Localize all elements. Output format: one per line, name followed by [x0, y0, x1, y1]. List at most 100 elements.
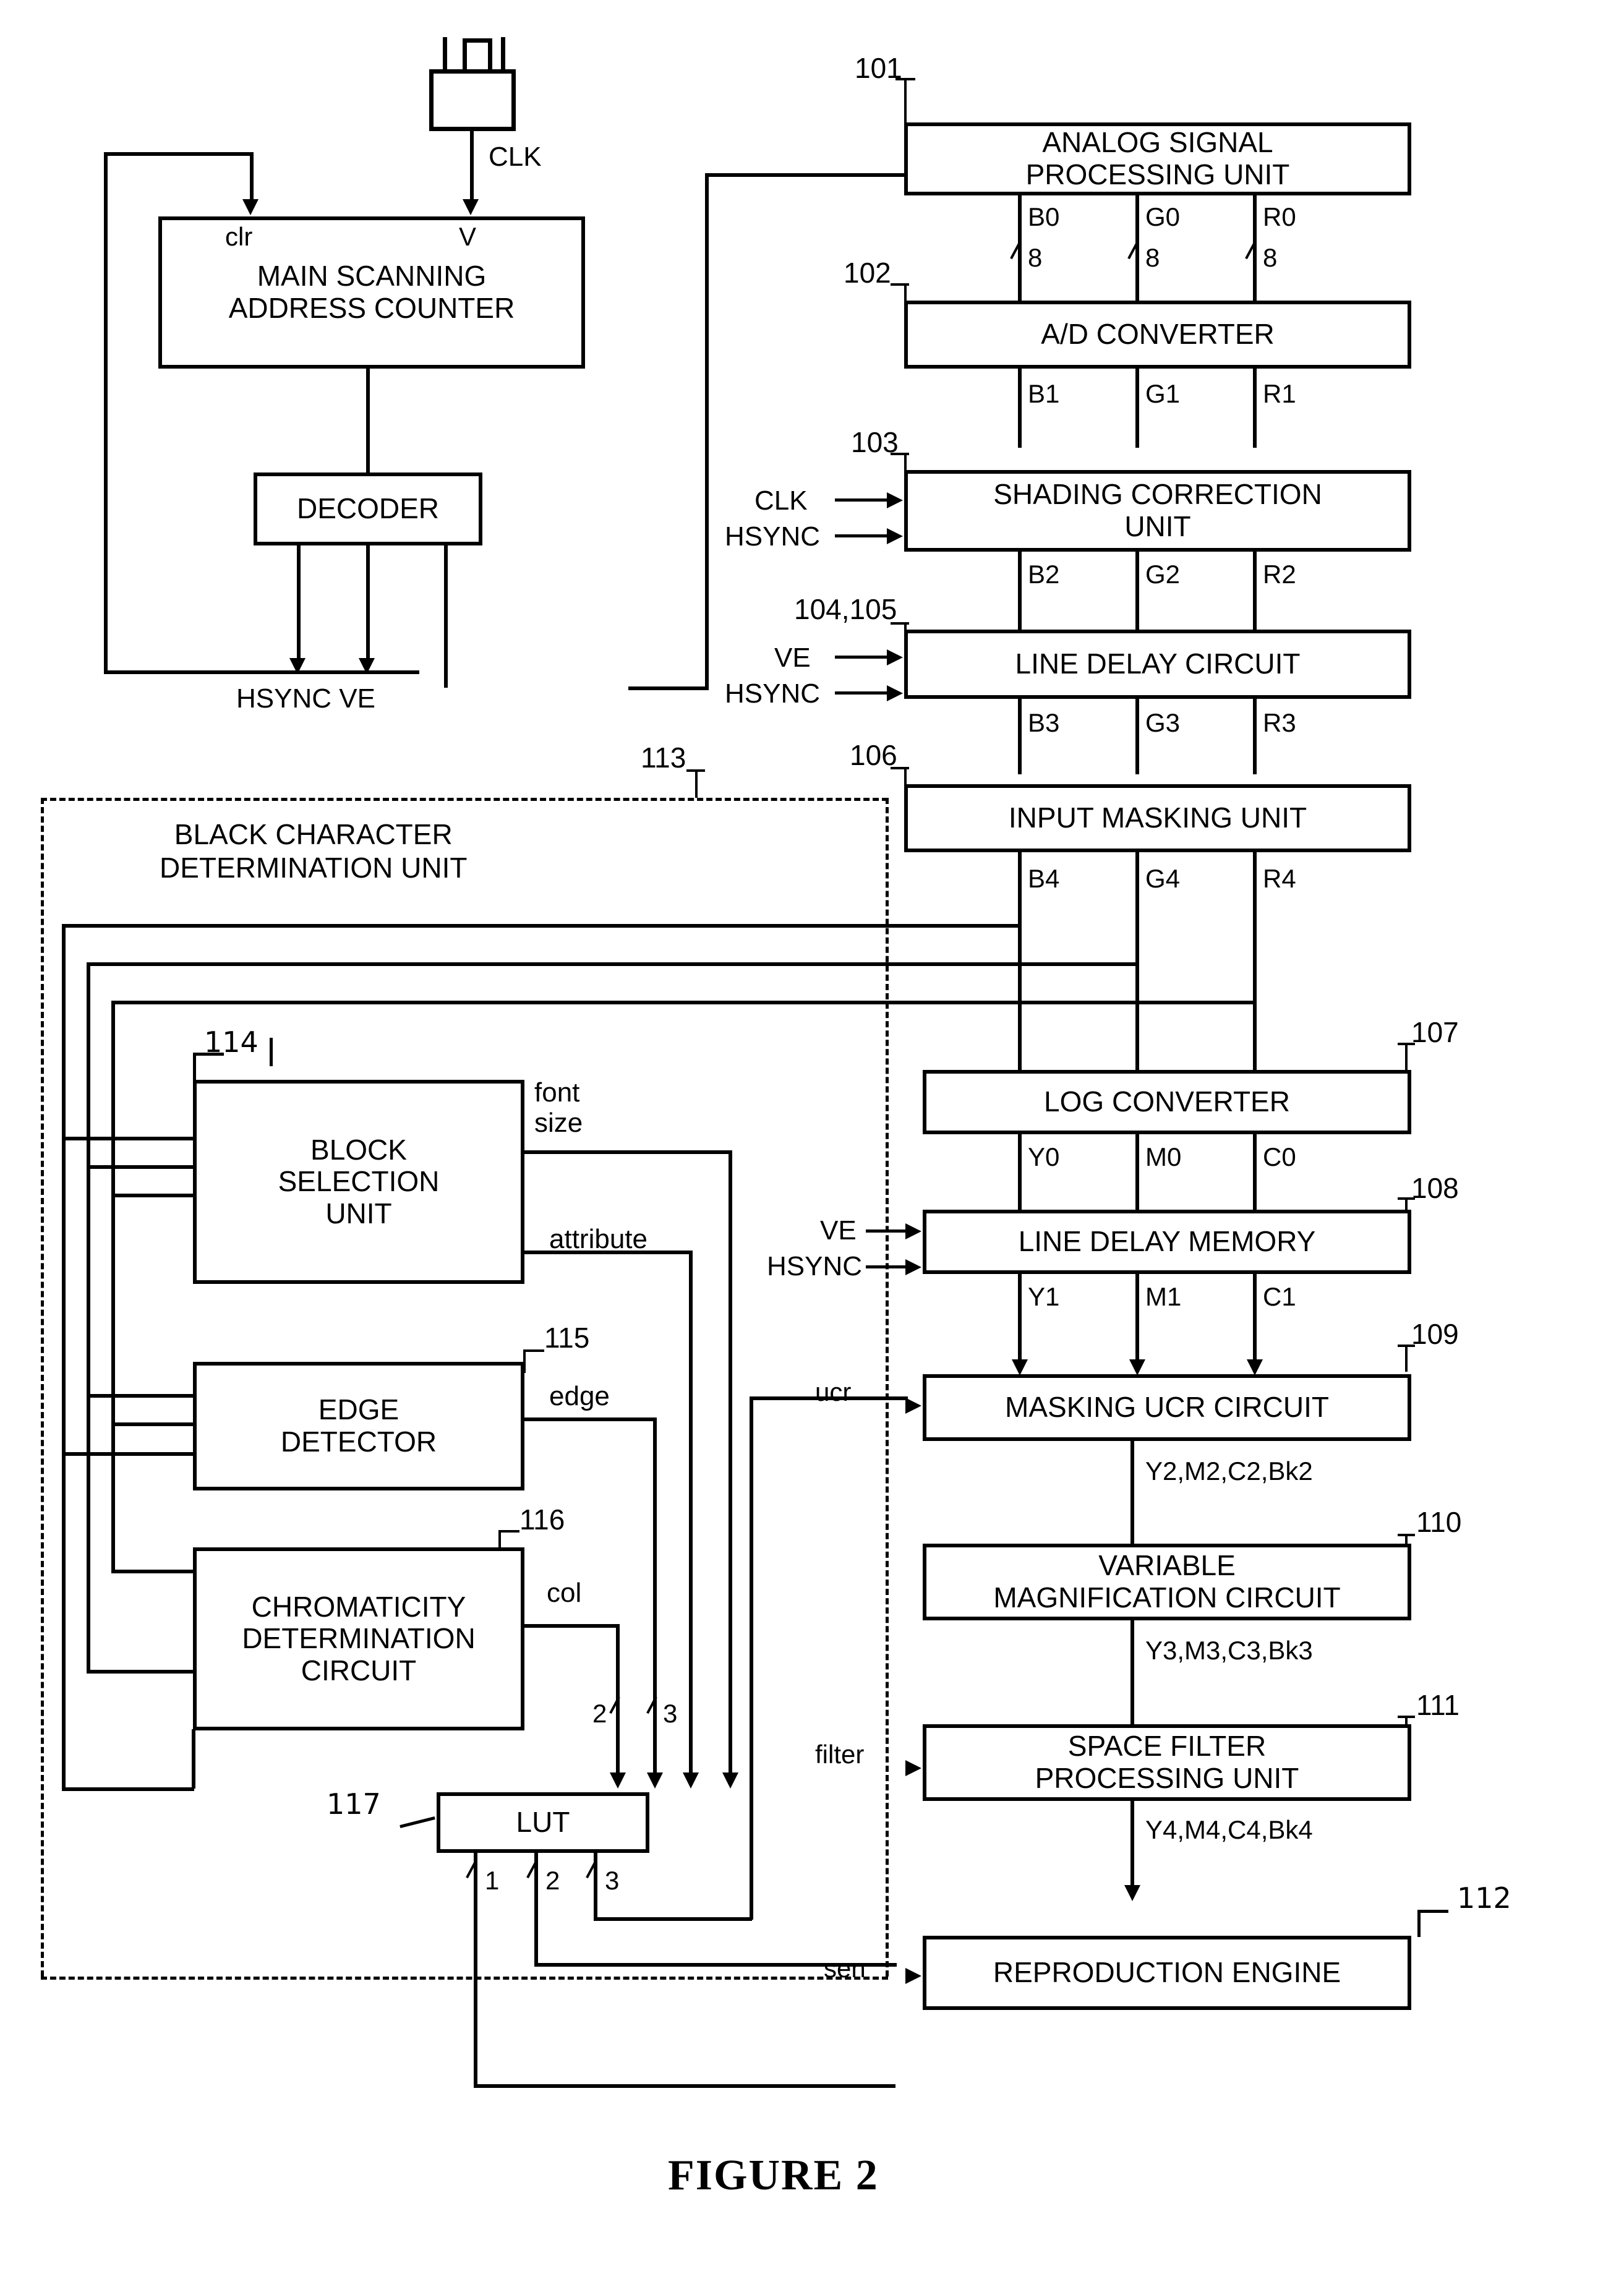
bus-ymcbk2: [1130, 1441, 1134, 1544]
feed-b4-chroma-riser: [192, 1729, 195, 1789]
bus-label-c1: C1: [1263, 1282, 1296, 1311]
ref-label-112: 112: [1457, 1881, 1511, 1915]
arrow-hsync-linedelaymem: [905, 1259, 921, 1275]
leader-104-curl: [891, 622, 909, 625]
block-log-converter: LOG CONVERTER: [923, 1070, 1411, 1134]
bus-label-r3: R3: [1263, 708, 1296, 737]
wire-clr-down: [250, 152, 254, 205]
bus-g0: [1135, 195, 1139, 301]
wire-attribute-v: [689, 1251, 693, 1780]
wire-clk-shading: [835, 498, 888, 502]
wire-lut-out3-h: [594, 1917, 752, 1921]
block-space-filter-processing-unit: SPACE FILTER PROCESSING UNIT: [923, 1724, 1411, 1801]
wire-clr-feedback-top: [104, 152, 252, 156]
feed-b4-edge: [62, 1452, 194, 1456]
bus-label-c0: C0: [1263, 1142, 1296, 1171]
bus-b4: [1018, 852, 1022, 1070]
bus-label-ymcbk4: Y4,M4,C4,Bk4: [1145, 1815, 1313, 1844]
ref-label-111: 111: [1416, 1689, 1459, 1721]
bus-label-ymcbk3: Y3,M3,C3,Bk3: [1145, 1636, 1313, 1665]
feed-b4-chroma: [62, 1787, 194, 1791]
bus-r3: [1253, 699, 1257, 774]
block-variable-magnification-circuit: VARIABLE MAGNIFICATION CIRCUIT: [923, 1544, 1411, 1620]
bus-g2: [1135, 552, 1139, 630]
arrow-lut-in-2: [647, 1772, 663, 1789]
signal-label-clk-osc: CLK: [489, 142, 542, 172]
tap-g4-h: [87, 962, 1137, 966]
leader-108-curl: [1398, 1197, 1415, 1200]
output-label-edge: edge: [549, 1381, 610, 1411]
bus-label-g0: G0: [1145, 202, 1181, 231]
pin-label-clr: clr: [225, 222, 253, 251]
arrow-m1: [1129, 1359, 1145, 1375]
leader-114-arrow-stem: [270, 1038, 273, 1066]
arrow-hsync-out: [289, 658, 306, 674]
leader-113-vert: [695, 772, 698, 798]
leader-115-curl: [523, 1349, 544, 1352]
block-lut: LUT: [437, 1792, 649, 1853]
bus-y0: [1018, 1134, 1022, 1210]
leader-103-curl: [891, 453, 909, 455]
bus-label-r1: R1: [1263, 379, 1296, 408]
bus-label-y0: Y0: [1028, 1142, 1060, 1171]
bus-label-r2: R2: [1263, 560, 1296, 589]
bus-g3: [1135, 699, 1139, 774]
enclosure-113-right: [886, 798, 889, 1977]
wire-decoder-to-aspu-v: [705, 173, 709, 690]
bus-label-b3: B3: [1028, 708, 1060, 737]
wire-lut-out2-v: [534, 1853, 538, 1965]
bus-width-r0: 8: [1263, 243, 1278, 272]
leader-109-curl: [1398, 1345, 1415, 1347]
dist-bus-b4: [62, 924, 66, 1790]
wire-hsync-linedelay: [835, 691, 888, 695]
leader-112-curl: [1417, 1910, 1448, 1913]
leader-109-vert: [1405, 1347, 1408, 1372]
bus-g4: [1135, 852, 1139, 1070]
bus-label-y1: Y1: [1028, 1282, 1060, 1311]
bus-c0: [1253, 1134, 1257, 1210]
block-chromaticity-determination-circuit: CHROMATICITY DETERMINATION CIRCUIT: [193, 1547, 524, 1730]
block-main-scanning-address-counter: MAIN SCANNING ADDRESS COUNTER: [158, 216, 585, 369]
output-label-col: col: [547, 1578, 582, 1608]
arrow-filter: [905, 1760, 921, 1776]
leader-114-curl: [193, 1053, 224, 1056]
leader-107-curl: [1398, 1043, 1415, 1045]
bus-label-g2: G2: [1145, 560, 1181, 589]
enclosure-113-left: [41, 798, 44, 1977]
arrow-ve-out: [359, 658, 375, 674]
dist-bus-r4: [111, 1001, 115, 1572]
input-label-ucr: ucr: [815, 1377, 852, 1406]
wire-counter-to-decoder: [366, 369, 370, 472]
arrow-clk-shading: [887, 492, 903, 508]
ref-label-109: 109: [1411, 1318, 1459, 1350]
wire-decoder-to-aspu-h: [705, 173, 907, 177]
lut-out-width-3: 3: [605, 1866, 620, 1895]
ref-label-115: 115: [544, 1322, 590, 1354]
bus-m1: [1135, 1274, 1139, 1367]
leader-110-curl: [1398, 1534, 1415, 1536]
enclosure-113-top: [41, 798, 888, 801]
wire-hsync-out: [297, 545, 301, 664]
wire-decoder-to-aspu-h2: [628, 686, 709, 690]
ref-label-108: 108: [1411, 1172, 1459, 1204]
output-label-font-size: font size: [534, 1077, 583, 1139]
block-block-selection-unit: BLOCK SELECTION UNIT: [193, 1080, 524, 1284]
bus-label-b1: B1: [1028, 379, 1060, 408]
lut-in-width-2: 2: [592, 1699, 607, 1728]
block-line-delay-circuit: LINE DELAY CIRCUIT: [904, 630, 1411, 699]
wire-attribute-h: [524, 1251, 691, 1254]
input-label-filter: filter: [815, 1740, 865, 1769]
bus-label-m1: M1: [1145, 1282, 1182, 1311]
ref-label-107: 107: [1411, 1016, 1459, 1048]
tap-b4-h: [62, 924, 1019, 928]
feed-g4-chroma: [87, 1670, 194, 1674]
wire-lut-out2-h: [534, 1963, 897, 1967]
bus-label-r4: R4: [1263, 864, 1296, 893]
feed-r4-chroma: [111, 1570, 194, 1573]
figure-caption: FIGURE 2: [668, 2152, 879, 2199]
arrow-clr-counter: [242, 199, 259, 215]
enclosure-113-bottom: [41, 1977, 888, 1980]
input-label-hsync-shading: HSYNC: [725, 521, 821, 552]
leader-101-curl: [895, 78, 915, 80]
leader-107-vert: [1405, 1045, 1408, 1070]
